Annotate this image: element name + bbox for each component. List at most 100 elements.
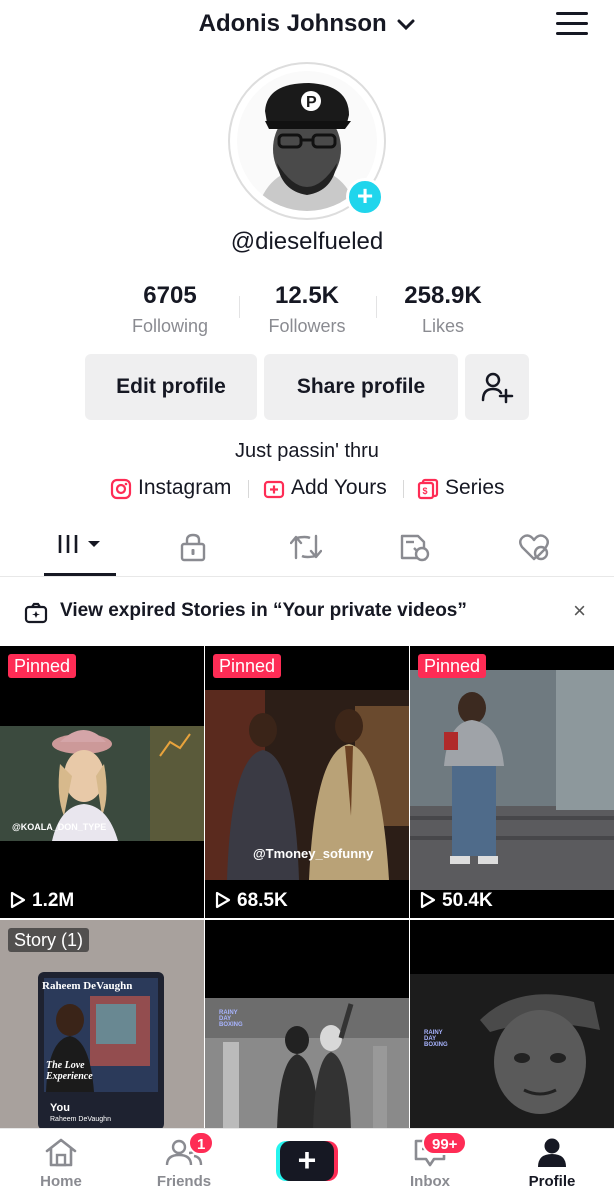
notice-text: View expired Stories in “Your private vi…	[60, 600, 467, 621]
content-tabs	[0, 520, 614, 577]
add-yours-link[interactable]: Add Yours	[263, 474, 395, 502]
top-bar: Adonis Johnson	[0, 0, 614, 52]
story-thumbnail[interactable]: Raheem DeVaughn The Love Experience You …	[0, 920, 204, 1128]
thumbnail-image	[0, 646, 204, 918]
link-label: Add Yours	[291, 476, 387, 499]
lock-icon	[180, 533, 206, 562]
stat-label: Followers	[268, 316, 346, 336]
nav-inbox[interactable]: Inbox 99+	[380, 1131, 480, 1190]
play-icon	[10, 891, 26, 909]
avatar[interactable]: P +	[228, 62, 386, 220]
album-artist: Raheem DeVaughn	[42, 980, 133, 992]
divider	[248, 480, 249, 498]
plus-icon: +	[280, 1141, 334, 1181]
stat-label: Likes	[421, 316, 465, 336]
view-count-value: 50.4K	[442, 890, 493, 911]
view-count: 50.4K	[420, 890, 493, 912]
nav-home[interactable]: Home	[11, 1137, 111, 1190]
bottom-nav: Home Friends 1 + Inbox 99+ Profile	[0, 1128, 614, 1200]
divider	[403, 480, 404, 498]
stat-following[interactable]: 6705 Following	[95, 282, 245, 337]
page-title: Adonis Johnson	[198, 10, 387, 37]
thumbnail-image	[410, 920, 614, 1128]
add-user-icon	[481, 372, 514, 404]
nav-label: Friends	[156, 1173, 212, 1190]
svg-text:$: $	[423, 486, 428, 496]
video-thumbnail[interactable]: RAINY DAY BOXING	[205, 920, 409, 1128]
add-yours-icon	[263, 480, 285, 499]
album-title: The Love Experience	[46, 1060, 93, 1082]
nav-label: Profile	[528, 1173, 576, 1190]
profile-icon	[538, 1138, 566, 1167]
play-icon	[215, 891, 231, 909]
video-thumbnail[interactable]: Pinned 50.4K	[410, 646, 614, 918]
add-friends-button[interactable]	[465, 354, 529, 420]
watermark: RAINY DAY BOXING	[219, 1010, 243, 1028]
liked-icon	[519, 534, 549, 561]
thumbnail-image	[410, 646, 614, 918]
nav-friends[interactable]: Friends 1	[134, 1131, 234, 1190]
chevron-down-icon	[397, 19, 415, 30]
view-count: 68.5K	[215, 890, 288, 912]
favorites-icon	[400, 534, 430, 562]
stat-label: Following	[131, 316, 209, 336]
nav-label: Home	[40, 1173, 82, 1190]
thumbnail-image	[205, 646, 409, 918]
series-link[interactable]: $ Series	[417, 474, 509, 502]
videos-grid-icon	[58, 535, 100, 553]
profile-actions: Edit profile Share profile	[0, 354, 614, 420]
nav-label: Inbox	[410, 1173, 450, 1190]
tab-favorites[interactable]	[353, 520, 475, 577]
story-camera-icon	[24, 602, 48, 624]
instagram-link[interactable]: Instagram	[110, 474, 240, 502]
stat-likes[interactable]: 258.9K Likes	[368, 282, 518, 337]
repost-icon	[290, 534, 322, 560]
song-artist: Raheem DeVaughn	[50, 1116, 111, 1123]
song-title: You	[50, 1102, 70, 1114]
add-story-button[interactable]: +	[346, 178, 384, 216]
stat-value: 6705	[143, 282, 197, 309]
play-icon	[420, 891, 436, 909]
expired-stories-notice[interactable]: View expired Stories in “Your private vi…	[0, 578, 614, 646]
tab-videos[interactable]	[19, 520, 141, 577]
username-handle: @dieselfueled	[230, 228, 384, 255]
view-count: 1.2M	[10, 890, 74, 912]
stat-value: 12.5K	[274, 282, 340, 309]
watermark: RAINY DAY BOXING	[424, 1030, 448, 1048]
link-label: Series	[445, 476, 505, 499]
tab-reposts[interactable]	[245, 520, 367, 577]
pinned-badge: Pinned	[8, 654, 77, 678]
pinned-badge: Pinned	[213, 654, 282, 678]
view-count-value: 68.5K	[237, 890, 288, 911]
story-badge: Story (1)	[8, 928, 90, 952]
create-button[interactable]: +	[276, 1141, 338, 1181]
stat-value: 258.9K	[404, 282, 482, 309]
watermark: @Tmoney_sofunny	[253, 846, 374, 861]
nav-profile[interactable]: Profile	[502, 1137, 602, 1190]
edit-profile-button[interactable]: Edit profile	[85, 354, 257, 420]
profile-links: Instagram Add Yours $ Series	[0, 474, 614, 502]
view-count-value: 1.2M	[32, 890, 75, 911]
notification-badge: 1	[188, 1131, 215, 1155]
account-switcher[interactable]: Adonis Johnson	[0, 10, 614, 38]
watermark: @KOALA_DON_TYPE	[12, 822, 107, 832]
home-icon	[45, 1138, 77, 1167]
video-thumbnail[interactable]: @KOALA_DON_TYPE Pinned 1.2M	[0, 646, 204, 918]
share-profile-button[interactable]: Share profile	[264, 354, 458, 420]
svg-text:P: P	[306, 94, 317, 111]
close-icon[interactable]: ×	[573, 598, 586, 624]
active-tab-indicator	[44, 573, 116, 576]
tab-liked[interactable]	[473, 520, 595, 577]
link-label: Instagram	[138, 476, 232, 499]
series-icon: $	[417, 478, 439, 500]
video-thumbnail[interactable]: @Tmoney_sofunny Pinned 68.5K	[205, 646, 409, 918]
inbox-badge: 99+	[422, 1131, 468, 1155]
pinned-badge: Pinned	[418, 654, 487, 678]
video-grid: @KOALA_DON_TYPE Pinned 1.2M @Tmoney_sofu…	[0, 646, 614, 1128]
profile-stats: 6705 Following 12.5K Followers 258.9K Li…	[0, 282, 614, 342]
tab-private[interactable]	[132, 520, 254, 577]
video-thumbnail[interactable]: RAINY DAY BOXING	[410, 920, 614, 1128]
menu-icon[interactable]	[556, 12, 588, 36]
instagram-icon	[110, 478, 132, 500]
stat-followers[interactable]: 12.5K Followers	[232, 282, 382, 337]
